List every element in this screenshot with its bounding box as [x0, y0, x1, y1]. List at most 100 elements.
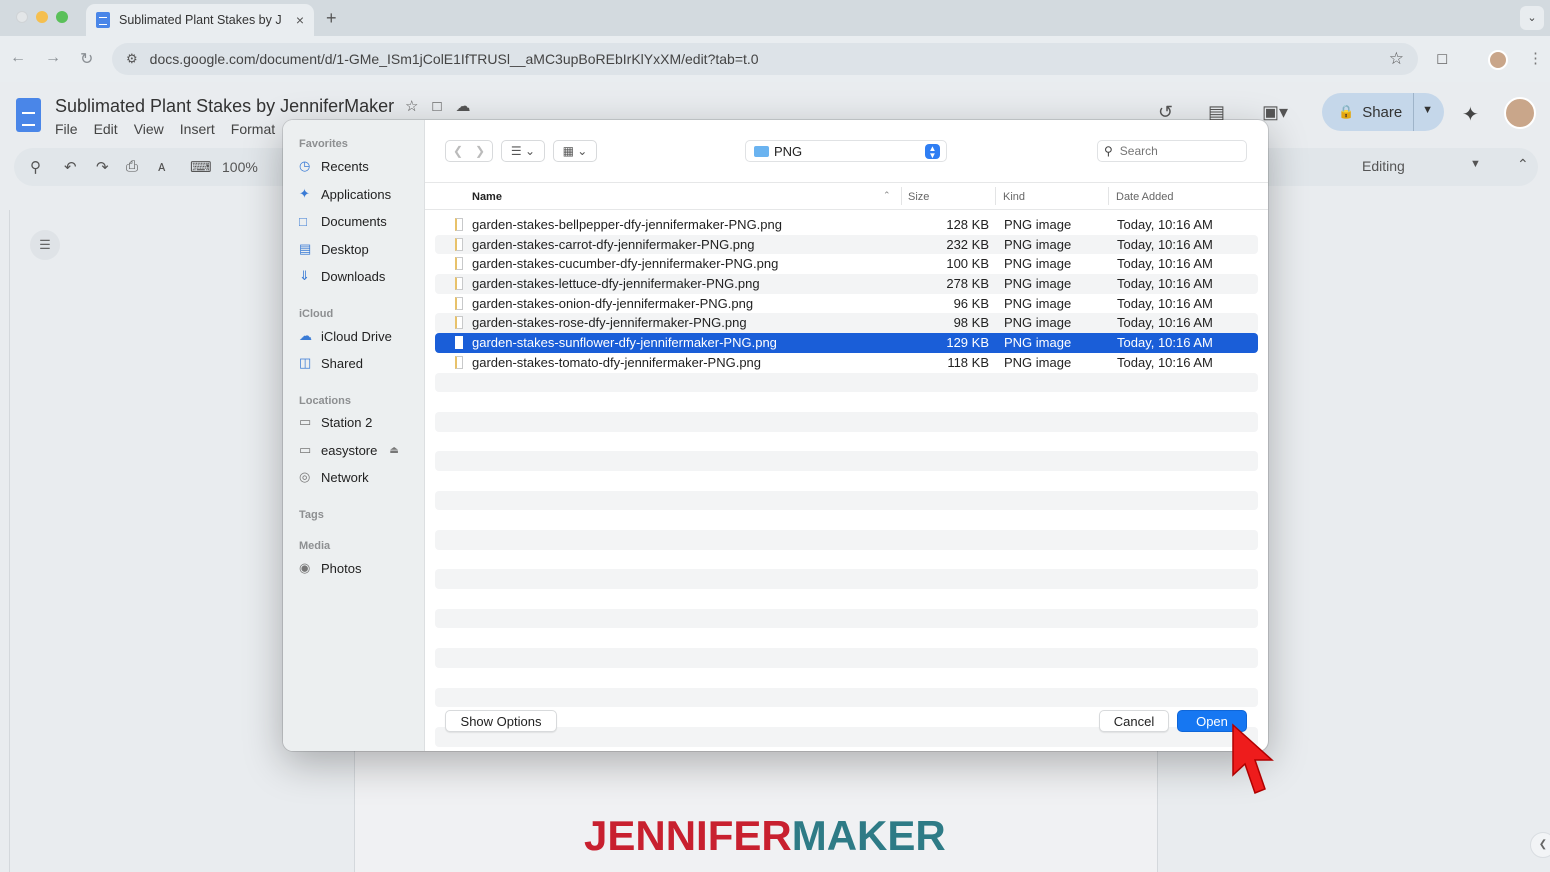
sidebar-item-photos[interactable]: ◉ Photos	[299, 558, 361, 578]
docs-menu-bar: File Edit View Insert Format	[55, 121, 275, 137]
sidebar-item-network[interactable]: ◎ Network	[299, 467, 369, 487]
tab-title: Sublimated Plant Stakes by J	[119, 13, 282, 27]
file-row[interactable]: garden-stakes-onion-dfy-jennifermaker-PN…	[435, 294, 1258, 314]
column-header-size[interactable]: Size	[908, 191, 929, 203]
hide-menus-chevron-icon[interactable]: ⌃	[1517, 156, 1529, 173]
file-row[interactable]: garden-stakes-tomato-dfy-jennifermaker-P…	[435, 353, 1258, 373]
menu-insert[interactable]: Insert	[180, 121, 215, 137]
site-settings-icon[interactable]: ⚙	[126, 51, 138, 67]
sidebar-item-shared[interactable]: ◫ Shared	[299, 353, 363, 373]
file-row[interactable]: garden-stakes-lettuce-dfy-jennifermaker-…	[435, 274, 1258, 294]
file-date: Today, 10:16 AM	[1117, 315, 1213, 331]
share-caret-icon[interactable]: ▼	[1422, 104, 1433, 116]
sidebar-item-station-2[interactable]: ▭ Station 2	[299, 412, 372, 432]
file-size: 129 KB	[946, 335, 989, 351]
shared-folder-icon: ◫	[299, 355, 312, 370]
empty-row	[435, 510, 1258, 530]
sidebar-item-recents[interactable]: ◷ Recents	[299, 156, 369, 176]
menu-file[interactable]: File	[55, 121, 78, 137]
sidebar-item-icloud-drive[interactable]: ☁ iCloud Drive	[299, 326, 392, 346]
column-header-kind[interactable]: Kind	[1003, 191, 1025, 203]
side-panel-chevron-icon[interactable]: ❮	[1530, 832, 1550, 858]
column-header-date-added[interactable]: Date Added	[1116, 191, 1174, 203]
cancel-button[interactable]: Cancel	[1099, 710, 1169, 732]
png-file-icon	[455, 336, 463, 350]
eject-icon[interactable]: ⏏	[389, 445, 398, 456]
forward-arrow-icon[interactable]: →	[45, 49, 61, 67]
close-window-icon[interactable]	[16, 11, 28, 23]
maximize-window-icon[interactable]	[56, 11, 68, 23]
sidebar-item-desktop[interactable]: ▤ Desktop	[299, 239, 369, 259]
browser-tab[interactable]: Sublimated Plant Stakes by J ×	[86, 4, 314, 36]
zoom-select[interactable]: 100%	[222, 159, 258, 175]
empty-row	[435, 471, 1258, 491]
docs-favicon-icon	[96, 12, 110, 28]
back-arrow-icon[interactable]: ←	[10, 49, 26, 67]
share-button[interactable]: 🔒 Share ▼	[1322, 93, 1444, 131]
new-tab-button[interactable]: +	[326, 8, 337, 29]
minimize-window-icon[interactable]	[36, 11, 48, 23]
print-icon[interactable]: ⎙	[126, 158, 138, 175]
column-separator	[901, 187, 902, 205]
search-menus-icon[interactable]: ⚲	[30, 158, 41, 176]
empty-row	[435, 530, 1258, 550]
gemini-sparkle-icon[interactable]: ✦	[1462, 102, 1479, 127]
group-view-button[interactable]: ▦ ⌄	[553, 140, 597, 162]
list-view-button[interactable]: ☰ ⌄	[501, 140, 545, 162]
reload-icon[interactable]: ↻	[80, 49, 93, 69]
file-date: Today, 10:16 AM	[1117, 256, 1213, 272]
editing-mode-chevron-icon[interactable]: ▼	[1470, 158, 1481, 170]
empty-row	[435, 687, 1258, 708]
tab-search-chevron-icon[interactable]: ⌄	[1520, 6, 1544, 30]
account-avatar[interactable]	[1504, 97, 1536, 129]
paint-format-icon[interactable]: ⌨	[190, 158, 212, 176]
sort-ascending-icon: ⌃	[883, 190, 891, 200]
extensions-icon[interactable]: ◻	[1436, 49, 1448, 67]
sidebar-item-documents[interactable]: □ Documents	[299, 211, 387, 231]
file-row[interactable]: garden-stakes-carrot-dfy-jennifermaker-P…	[435, 234, 1258, 255]
sidebar-item-label: Downloads	[321, 268, 386, 284]
document-outline-icon[interactable]: ☰	[30, 230, 60, 260]
bookmark-star-icon[interactable]: ☆	[1389, 49, 1404, 69]
sidebar-item-easystore[interactable]: ▭ easystore ⏏	[299, 440, 399, 460]
editing-mode-label[interactable]: Editing	[1362, 158, 1405, 174]
undo-icon[interactable]: ↶	[64, 158, 77, 176]
file-list: garden-stakes-bellpepper-dfy-jennifermak…	[435, 215, 1258, 747]
menu-edit[interactable]: Edit	[94, 121, 118, 137]
lock-icon: 🔒	[1338, 104, 1355, 119]
empty-row	[435, 432, 1258, 452]
png-file-icon	[455, 316, 463, 330]
file-size: 118 KB	[947, 354, 989, 370]
title-action-icons[interactable]: ☆□☁	[405, 97, 485, 115]
back-chevron-icon[interactable]: ❮	[453, 144, 463, 158]
list-view-icon: ☰ ⌄	[510, 144, 536, 158]
docs-logo-icon[interactable]	[16, 98, 41, 132]
chrome-menu-icon[interactable]: ⋮	[1528, 49, 1543, 67]
search-field[interactable]: ⚲	[1097, 140, 1247, 162]
browser-profile-avatar[interactable]	[1488, 50, 1508, 70]
brand-part-jennifer: JENNIFER	[584, 812, 792, 859]
column-header-name[interactable]: Name	[472, 191, 502, 203]
spellcheck-icon[interactable]: ᴀ	[158, 158, 165, 175]
up-down-stepper-icon[interactable]: ▲ ▼	[925, 144, 940, 160]
brand-part-maker: MAKER	[791, 812, 946, 859]
file-name: garden-stakes-cucumber-dfy-jennifermaker…	[472, 256, 779, 272]
file-row-selected[interactable]: garden-stakes-sunflower-dfy-jennifermake…	[435, 333, 1258, 353]
redo-icon[interactable]: ↷	[96, 158, 109, 176]
red-pointer-arrow-icon	[1232, 723, 1274, 794]
file-row[interactable]: garden-stakes-cucumber-dfy-jennifermaker…	[435, 254, 1258, 274]
share-label: Share	[1362, 103, 1403, 121]
show-options-button[interactable]: Show Options	[445, 710, 557, 732]
forward-chevron-icon[interactable]: ❯	[475, 144, 485, 158]
document-title[interactable]: Sublimated Plant Stakes by JenniferMaker	[55, 96, 394, 117]
search-input[interactable]	[1119, 144, 1230, 158]
file-row[interactable]: garden-stakes-bellpepper-dfy-jennifermak…	[435, 215, 1258, 235]
sidebar-item-applications[interactable]: ✦ Applications	[299, 184, 391, 204]
menu-view[interactable]: View	[134, 121, 164, 137]
folder-path-popup[interactable]: PNG ▲ ▼	[745, 140, 947, 162]
file-row[interactable]: garden-stakes-rose-dfy-jennifermaker-PNG…	[435, 313, 1258, 334]
tab-close-icon[interactable]: ×	[296, 12, 304, 28]
menu-format[interactable]: Format	[231, 121, 275, 137]
url-bar[interactable]: ⚙ docs.google.com/document/d/1-GMe_ISm1j…	[112, 43, 1418, 75]
sidebar-item-downloads[interactable]: ⇓ Downloads	[299, 266, 385, 286]
